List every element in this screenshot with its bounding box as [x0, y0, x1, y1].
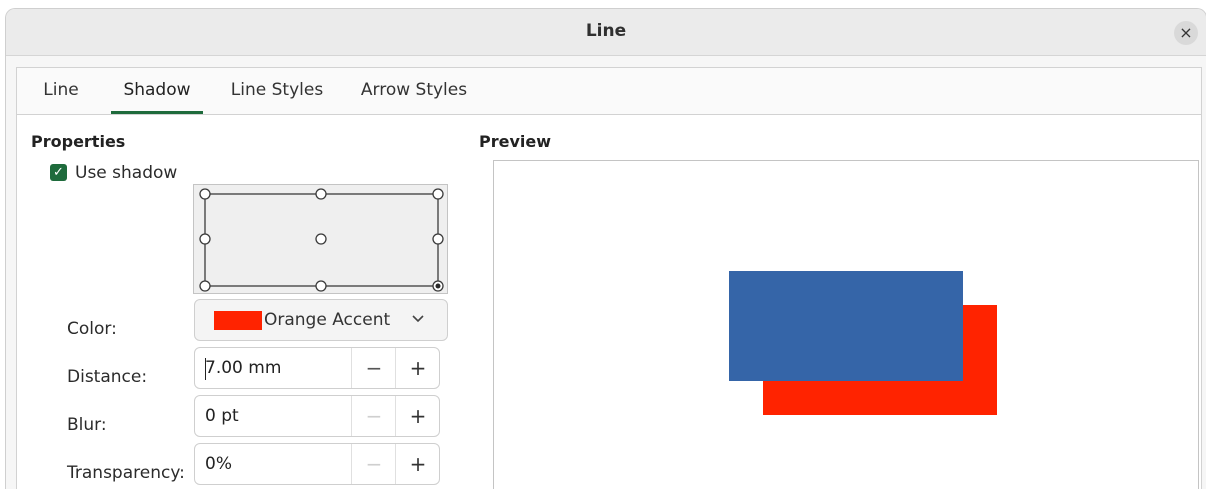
tab-arrow-styles[interactable]: Arrow Styles [355, 80, 473, 114]
plus-icon: + [409, 452, 427, 476]
blur-spinbox[interactable]: 0 pt − + [194, 395, 440, 437]
distance-label: Distance: [67, 367, 148, 387]
blur-increase-button[interactable]: + [395, 396, 440, 436]
dialog-title: Line [585, 21, 627, 41]
use-shadow-label[interactable]: Use shadow [75, 163, 177, 183]
dialog-content: Line Shadow Line Styles Arrow Styles Pro… [16, 67, 1202, 489]
preview-object [729, 271, 963, 381]
position-middle-right[interactable] [432, 233, 444, 245]
position-top-center[interactable] [315, 188, 327, 200]
distance-increase-button[interactable]: + [395, 348, 440, 388]
distance-decrease-button[interactable]: − [351, 348, 396, 388]
color-swatch [214, 311, 262, 330]
title-bar: Line × [6, 9, 1206, 56]
minus-icon: − [365, 404, 383, 428]
position-center[interactable] [315, 233, 327, 245]
transparency-input[interactable]: 0% [205, 454, 232, 474]
color-dropdown[interactable]: Orange Accent [194, 299, 448, 341]
transparency-label: Transparency: [67, 463, 185, 483]
tab-line[interactable]: Line [39, 80, 83, 114]
transparency-decrease-button[interactable]: − [351, 444, 396, 484]
transparency-spinbox[interactable]: 0% − + [194, 443, 440, 485]
check-icon: ✓ [53, 165, 64, 180]
blur-decrease-button[interactable]: − [351, 396, 396, 436]
chevron-down-icon [411, 308, 425, 332]
tab-bar: Line Shadow Line Styles Arrow Styles [17, 68, 1201, 115]
properties-heading: Properties [31, 132, 126, 151]
distance-input[interactable]: 7.00 mm [205, 358, 281, 378]
blur-label: Blur: [67, 415, 107, 435]
preview-heading: Preview [479, 132, 552, 151]
minus-icon: − [365, 356, 383, 380]
position-bottom-left[interactable] [199, 280, 211, 292]
tab-shadow[interactable]: Shadow [111, 80, 203, 114]
transparency-increase-button[interactable]: + [395, 444, 440, 484]
color-value: Orange Accent [264, 310, 391, 330]
close-icon[interactable]: × [1174, 21, 1198, 45]
distance-spinbox[interactable]: 7.00 mm − + [194, 347, 440, 389]
selected-position-dot [435, 283, 441, 289]
use-shadow-checkbox[interactable]: ✓ [50, 164, 67, 181]
minus-icon: − [365, 452, 383, 476]
text-cursor [205, 358, 206, 380]
position-bottom-center[interactable] [315, 280, 327, 292]
plus-icon: + [409, 404, 427, 428]
preview-area [493, 160, 1199, 489]
tab-line-styles[interactable]: Line Styles [227, 80, 327, 114]
color-label: Color: [67, 319, 117, 339]
position-top-left[interactable] [199, 188, 211, 200]
position-middle-left[interactable] [199, 233, 211, 245]
line-dialog: Line × Line Shadow Line Styles Arrow Sty… [5, 8, 1206, 489]
plus-icon: + [409, 356, 427, 380]
position-grid-graphic [199, 188, 444, 292]
position-top-right[interactable] [432, 188, 444, 200]
shadow-position-selector[interactable] [193, 184, 448, 294]
blur-input[interactable]: 0 pt [205, 406, 239, 426]
